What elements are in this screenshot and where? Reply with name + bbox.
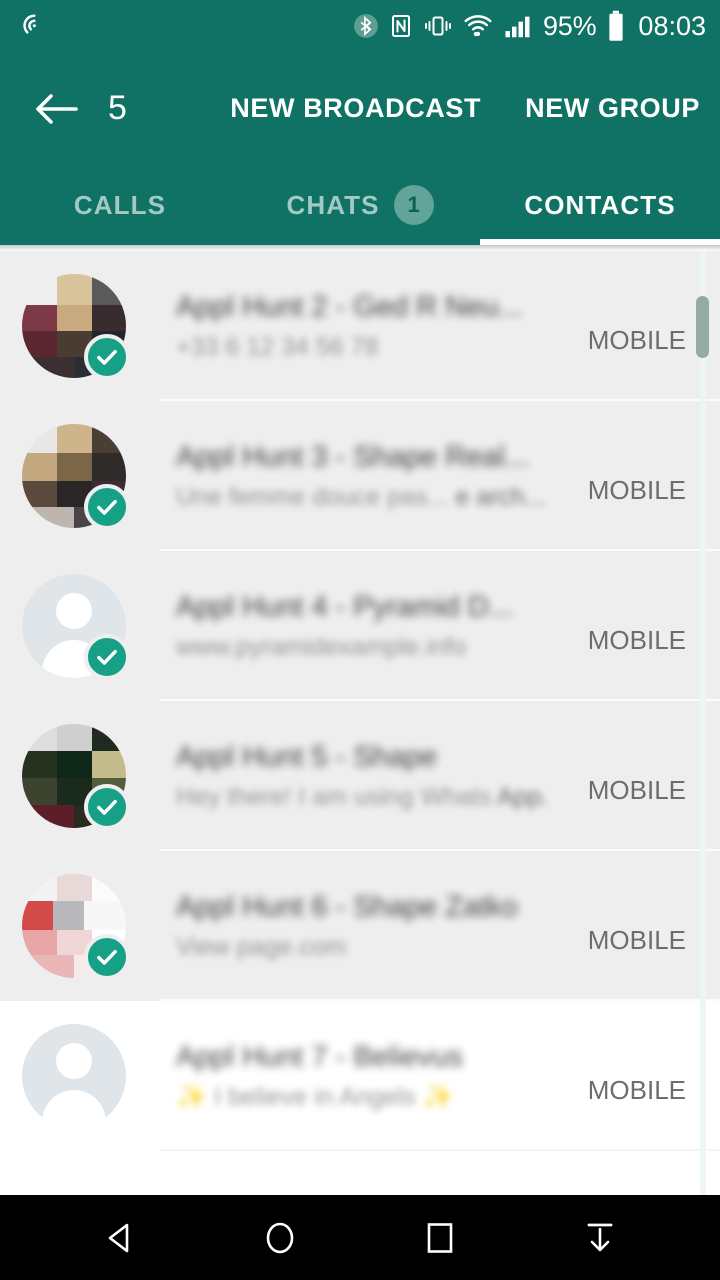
contact-row[interactable]: Appl Hunt 6 - Shape Zatko View page.com … bbox=[0, 851, 720, 1001]
selected-check-icon bbox=[84, 634, 130, 680]
nav-recents-icon[interactable] bbox=[395, 1195, 485, 1280]
selected-check-icon bbox=[84, 784, 130, 830]
contact-status-text: Hey there! I am using Whats bbox=[176, 782, 492, 811]
contact-status-tail: App. bbox=[496, 782, 549, 811]
contact-phone-type: MOBILE bbox=[587, 1074, 686, 1105]
contact-row[interactable]: Appl Hunt 3 - Shape Real... Une femme do… bbox=[0, 401, 720, 551]
contact-name: Appl Hunt 5 - Shape bbox=[176, 740, 438, 773]
nav-back-icon[interactable] bbox=[75, 1195, 165, 1280]
contact-row[interactable]: Appl Hunt 4 - Pyramid D... www.pyramidex… bbox=[0, 551, 720, 701]
contact-texts: Appl Hunt 3 - Shape Real... Une femme do… bbox=[126, 441, 696, 512]
selected-check-icon bbox=[84, 334, 130, 380]
contact-name: Appl Hunt 4 - Pyramid D... bbox=[176, 590, 513, 623]
tab-chats-badge-count: 1 bbox=[407, 192, 420, 217]
avatar[interactable] bbox=[22, 1024, 126, 1128]
app-toolbar: 5 NEW BROADCAST NEW GROUP bbox=[0, 52, 720, 165]
scrollbar-track[interactable] bbox=[700, 251, 706, 1196]
contact-status: View page.com bbox=[176, 932, 347, 961]
contact-texts: Appl Hunt 5 - Shape Hey there! I am usin… bbox=[126, 741, 696, 812]
tab-contacts[interactable]: CONTACTS bbox=[480, 165, 720, 245]
bluetooth-icon bbox=[353, 11, 379, 41]
contact-name: Appl Hunt 2 - Ged R Neu... bbox=[176, 290, 523, 323]
new-group-button[interactable]: NEW GROUP bbox=[525, 93, 700, 124]
tab-chats[interactable]: CHATS 1 bbox=[240, 165, 480, 245]
placeholder-head bbox=[56, 1043, 92, 1079]
contact-row[interactable]: Appl Hunt 5 - Shape Hey there! I am usin… bbox=[0, 701, 720, 851]
contact-status-text: Une femme douce pas... bbox=[176, 482, 449, 511]
avatar[interactable] bbox=[22, 874, 130, 980]
podcast-icon bbox=[18, 11, 46, 41]
contact-status: www.pyramidexample.info bbox=[176, 632, 467, 661]
contact-name: Appl Hunt 7 - Believus bbox=[176, 1040, 463, 1073]
placeholder-head bbox=[56, 593, 92, 629]
contact-texts: Appl Hunt 6 - Shape Zatko View page.com … bbox=[126, 891, 696, 962]
contact-texts: Appl Hunt 7 - Believus ✨ I believe in An… bbox=[126, 1041, 696, 1112]
tab-contacts-label: CONTACTS bbox=[524, 189, 676, 220]
new-broadcast-button[interactable]: NEW BROADCAST bbox=[230, 93, 481, 124]
tab-chats-badge: 1 bbox=[393, 185, 434, 225]
contact-phone-type: MOBILE bbox=[587, 774, 686, 805]
clock-time: 08:03 bbox=[638, 10, 706, 41]
nav-home-icon[interactable] bbox=[235, 1195, 325, 1280]
status-bar: 95% 08:03 bbox=[0, 0, 720, 52]
tab-chats-label: CHATS bbox=[286, 189, 380, 220]
selected-check-icon bbox=[84, 934, 130, 980]
nfc-icon bbox=[389, 11, 413, 41]
row-divider bbox=[160, 1149, 720, 1151]
contact-status: +33 6 12 34 56 78 bbox=[176, 332, 379, 361]
avatar[interactable] bbox=[22, 574, 130, 680]
avatar[interactable] bbox=[22, 274, 130, 380]
battery-percent: 95% bbox=[542, 10, 597, 41]
contact-phone-type: MOBILE bbox=[587, 324, 686, 355]
contact-row[interactable]: Appl Hunt 7 - Believus ✨ I believe in An… bbox=[0, 1001, 720, 1151]
contact-texts: Appl Hunt 4 - Pyramid D... www.pyramidex… bbox=[126, 591, 696, 662]
contact-name: Appl Hunt 3 - Shape Real... bbox=[176, 440, 530, 473]
wifi-icon bbox=[463, 11, 493, 41]
signal-icon bbox=[503, 11, 533, 41]
avatar[interactable] bbox=[22, 724, 130, 830]
contact-texts: Appl Hunt 2 - Ged R Neu... +33 6 12 34 5… bbox=[126, 291, 696, 362]
system-navigation-bar bbox=[0, 1195, 720, 1280]
tab-bar: CALLS CHATS 1 CONTACTS bbox=[0, 165, 720, 245]
placeholder-body bbox=[42, 1090, 106, 1128]
avatar[interactable] bbox=[22, 424, 130, 530]
contact-row[interactable]: Appl Hunt 2 - Ged R Neu... +33 6 12 34 5… bbox=[0, 251, 720, 401]
contact-phone-type: MOBILE bbox=[587, 624, 686, 655]
selected-check-icon bbox=[84, 484, 130, 530]
tab-calls-label: CALLS bbox=[73, 189, 167, 220]
nav-hide-icon[interactable] bbox=[555, 1195, 645, 1280]
contact-status: Une femme douce pas... e arch... bbox=[176, 483, 580, 512]
tab-calls[interactable]: CALLS bbox=[0, 165, 240, 245]
scrollbar-thumb[interactable] bbox=[696, 296, 709, 358]
active-tab-indicator bbox=[480, 239, 720, 245]
whatsapp-contact-picker-screen: 95% 08:03 5 NEW BROADCAST NEW GROUP CALL… bbox=[0, 0, 720, 1280]
selected-count: 5 bbox=[108, 89, 127, 127]
avatar-placeholder-icon bbox=[22, 1024, 126, 1128]
contact-status: ✨ I believe in Angels ✨ bbox=[176, 1082, 454, 1111]
contact-phone-type: MOBILE bbox=[587, 924, 686, 955]
contact-list[interactable]: Appl Hunt 2 - Ged R Neu... +33 6 12 34 5… bbox=[0, 251, 720, 1196]
contact-status-tail: e arch... bbox=[455, 482, 546, 511]
contact-name: Appl Hunt 6 - Shape Zatko bbox=[176, 890, 518, 923]
contact-status: Hey there! I am using Whats App. bbox=[176, 783, 580, 812]
back-arrow-icon[interactable] bbox=[30, 83, 82, 135]
contact-phone-type: MOBILE bbox=[587, 474, 686, 505]
battery-icon bbox=[606, 10, 626, 42]
vibrate-icon bbox=[423, 11, 453, 41]
